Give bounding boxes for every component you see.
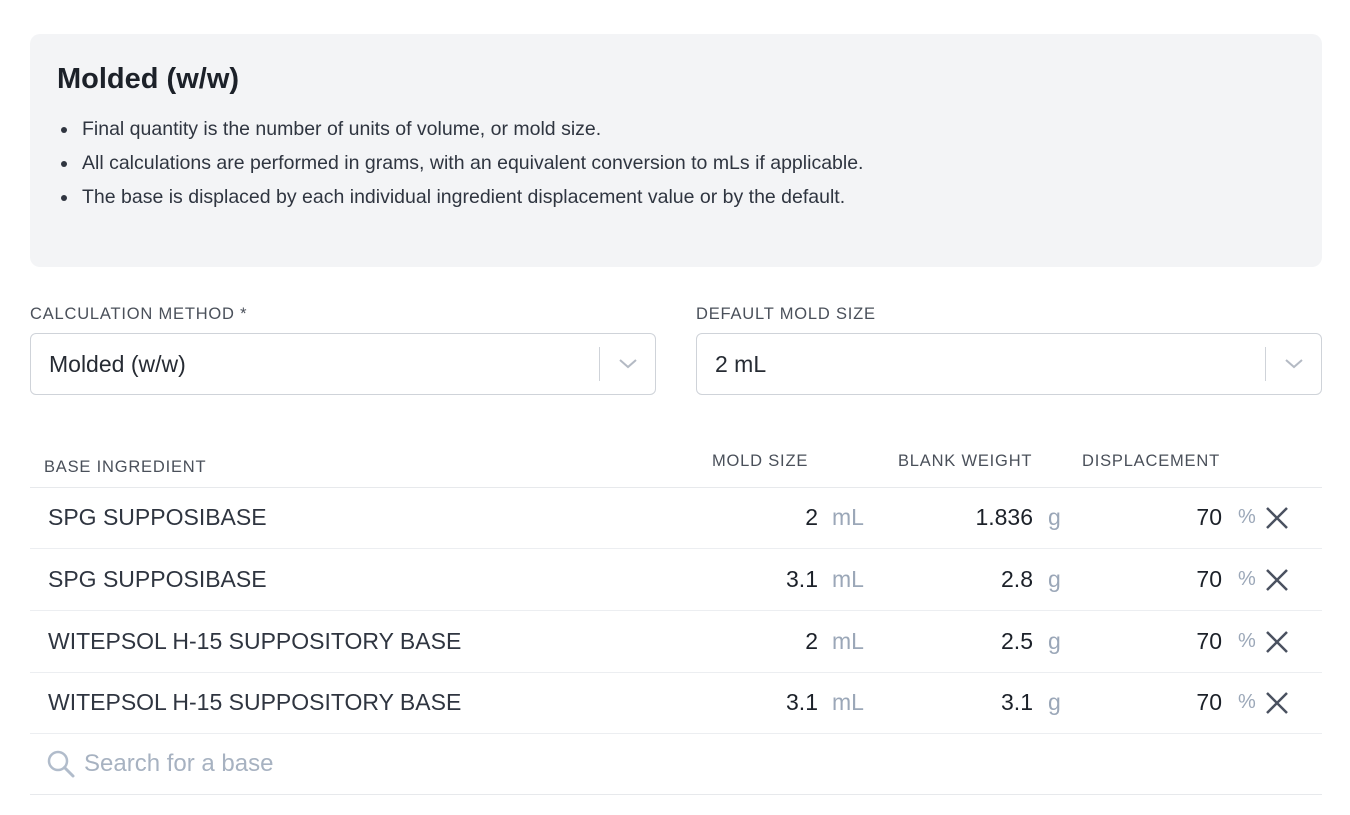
- mold-size-value[interactable]: 2: [730, 611, 818, 673]
- blank-weight-unit: g: [1048, 504, 1061, 530]
- column-header-displacement: DISPLACEMENT: [1082, 452, 1220, 470]
- column-header-mold-size: MOLD SIZE: [712, 452, 809, 470]
- displacement-unit: %: [1238, 691, 1256, 713]
- base-ingredient-name: SPG SUPPOSIBASE: [48, 566, 267, 592]
- blank-weight-unit: g: [1048, 689, 1061, 715]
- base-ingredient-name: SPG SUPPOSIBASE: [48, 504, 267, 530]
- mold-size-unit: mL: [832, 628, 864, 654]
- displacement-value[interactable]: 70: [1120, 611, 1222, 673]
- table-row: WITEPSOL H-15 SUPPOSITORY BASE 2 mL 2.5 …: [30, 611, 1322, 673]
- mold-size-value[interactable]: 3.1: [730, 549, 818, 611]
- mold-size-value[interactable]: 3.1: [730, 672, 818, 734]
- mold-size-value[interactable]: 2: [730, 487, 818, 549]
- base-search-input[interactable]: [84, 749, 684, 778]
- table-row: WITEPSOL H-15 SUPPOSITORY BASE 3.1 mL 3.…: [30, 672, 1322, 734]
- close-icon[interactable]: [1262, 672, 1292, 734]
- default-mold-size-value: 2 mL: [715, 350, 767, 377]
- table-row: SPG SUPPOSIBASE 2 mL 1.836 g 70 %: [30, 487, 1322, 549]
- displacement-value[interactable]: 70: [1120, 487, 1222, 549]
- chevron-down-icon[interactable]: [1266, 359, 1321, 369]
- column-header-base-ingredient: BASE INGREDIENT: [44, 458, 207, 476]
- blank-weight-unit: g: [1048, 628, 1061, 654]
- info-bullet-list: Final quantity is the number of units of…: [57, 112, 1295, 214]
- default-mold-size-select[interactable]: 2 mL: [696, 333, 1322, 395]
- table-row: SPG SUPPOSIBASE 3.1 mL 2.8 g 70 %: [30, 549, 1322, 611]
- calculation-method-label: CALCULATION METHOD *: [30, 305, 248, 323]
- blank-weight-value[interactable]: 1.836: [910, 487, 1033, 549]
- blank-weight-value[interactable]: 2.8: [910, 549, 1033, 611]
- close-icon[interactable]: [1262, 487, 1292, 549]
- displacement-unit: %: [1238, 506, 1256, 528]
- mold-size-unit: mL: [832, 504, 864, 530]
- info-panel: Molded (w/w) Final quantity is the numbe…: [30, 34, 1322, 267]
- mold-size-unit: mL: [832, 689, 864, 715]
- close-icon[interactable]: [1262, 549, 1292, 611]
- info-bullet: The base is displaced by each individual…: [57, 180, 1295, 214]
- blank-weight-unit: g: [1048, 566, 1061, 592]
- info-title: Molded (w/w): [57, 63, 240, 95]
- blank-weight-value[interactable]: 3.1: [910, 672, 1033, 734]
- chevron-down-icon[interactable]: [600, 359, 655, 369]
- search-icon: [46, 749, 76, 779]
- base-ingredient-name: WITEPSOL H-15 SUPPOSITORY BASE: [48, 689, 462, 715]
- base-ingredient-name: WITEPSOL H-15 SUPPOSITORY BASE: [48, 628, 462, 654]
- displacement-value[interactable]: 70: [1120, 672, 1222, 734]
- displacement-value[interactable]: 70: [1120, 549, 1222, 611]
- displacement-unit: %: [1238, 630, 1256, 652]
- default-mold-size-label: DEFAULT MOLD SIZE: [696, 305, 876, 323]
- calculation-method-select[interactable]: Molded (w/w): [30, 333, 656, 395]
- base-search-row: [30, 733, 1322, 795]
- info-bullet: Final quantity is the number of units of…: [57, 112, 1295, 146]
- info-bullet: All calculations are performed in grams,…: [57, 146, 1295, 180]
- close-icon[interactable]: [1262, 611, 1292, 673]
- mold-size-unit: mL: [832, 566, 864, 592]
- displacement-unit: %: [1238, 568, 1256, 590]
- calculation-method-value: Molded (w/w): [49, 350, 186, 377]
- blank-weight-value[interactable]: 2.5: [910, 611, 1033, 673]
- column-header-blank-weight: BLANK WEIGHT: [898, 452, 1033, 470]
